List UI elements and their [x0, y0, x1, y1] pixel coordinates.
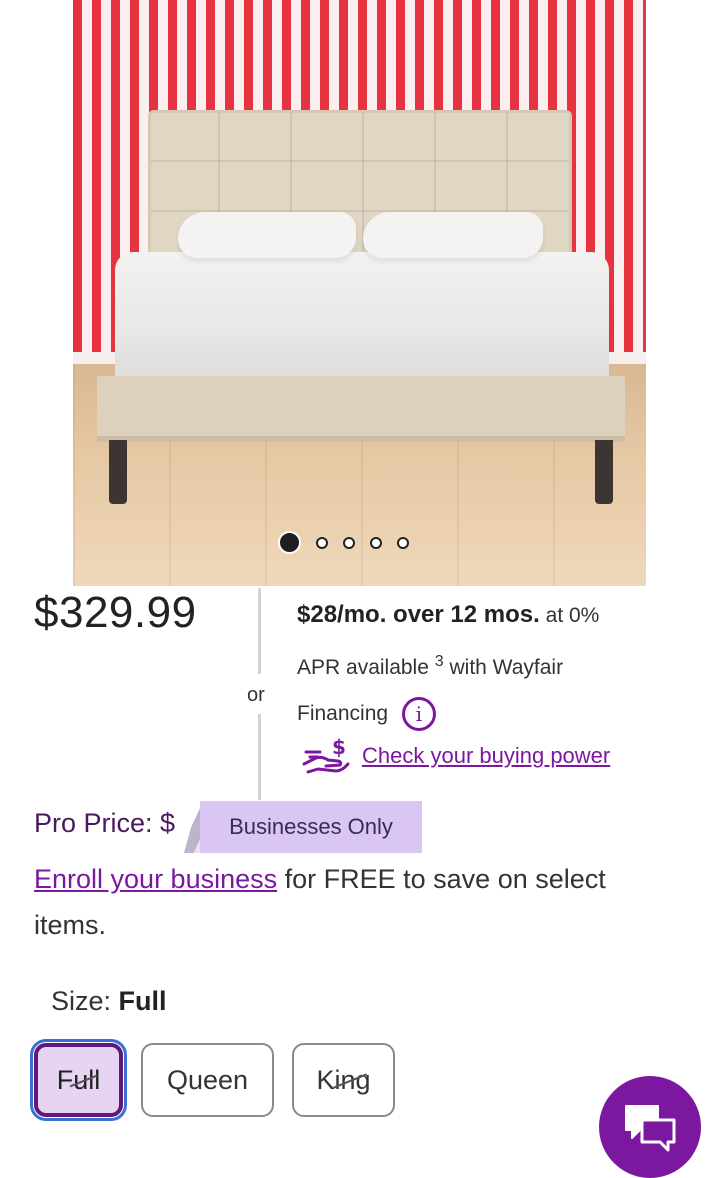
financing-apr-prefix: at 0%	[545, 604, 600, 627]
size-label-text: Size:	[51, 986, 112, 1016]
product-image[interactable]	[73, 0, 646, 586]
enroll-text: Enroll your business for FREE to save on…	[34, 856, 684, 948]
price-divider-top	[258, 588, 261, 674]
bed-leg-left	[109, 440, 127, 504]
financing-with: with Wayfair	[449, 656, 564, 679]
carousel-dot-4[interactable]	[370, 536, 382, 549]
financing-footnote[interactable]: 3	[435, 653, 444, 670]
or-label: or	[247, 684, 265, 706]
carousel-dot-3[interactable]	[343, 536, 355, 549]
size-option-king-label: King	[316, 1064, 371, 1095]
size-option-full-label: Full	[56, 1064, 101, 1095]
hand-dollar-icon: $	[302, 735, 350, 774]
bed-leg-right	[595, 440, 613, 504]
size-option-full[interactable]: Full	[30, 1039, 127, 1121]
chat-bubbles-icon	[625, 1105, 676, 1152]
carousel-dot-1[interactable]	[278, 531, 301, 554]
financing-apr-line: APR available	[297, 656, 429, 679]
carousel-dot-2[interactable]	[316, 536, 328, 549]
price: $329.99	[34, 588, 197, 637]
financing-word: Financing	[297, 702, 389, 725]
check-buying-power-link[interactable]: Check your buying power	[362, 743, 610, 769]
pillow-left	[178, 212, 356, 258]
pillow-right	[363, 212, 543, 258]
size-option-queen-label: Queen	[166, 1064, 249, 1095]
svg-text:$: $	[332, 735, 346, 759]
carousel-dot-5[interactable]	[397, 536, 409, 549]
pro-price-label: Pro Price: $	[34, 808, 176, 838]
financing-offer: $28/mo. over 12 mos. at 0% APR available…	[297, 592, 697, 737]
size-selected-value: Full	[118, 986, 167, 1016]
mattress	[115, 252, 609, 380]
carousel-dots	[278, 531, 409, 554]
bed-frame	[97, 376, 625, 442]
info-icon[interactable]: i	[401, 697, 436, 732]
chat-button[interactable]	[599, 1076, 701, 1178]
size-option-king[interactable]: King	[292, 1043, 395, 1117]
financing-monthly: $28/mo. over 12 mos.	[297, 601, 540, 628]
price-divider-bottom	[258, 714, 261, 800]
businesses-only-tag: Businesses Only	[200, 801, 422, 853]
enroll-business-link[interactable]: Enroll your business	[34, 864, 277, 894]
size-label: Size: Full	[51, 986, 167, 1017]
buying-power[interactable]: $ Check your buying power	[302, 734, 610, 778]
size-option-queen[interactable]: Queen	[141, 1043, 274, 1117]
